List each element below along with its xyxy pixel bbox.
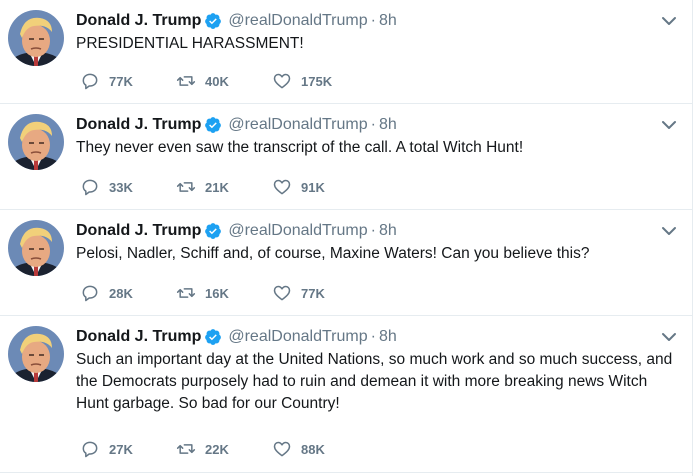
reply-count: 77K xyxy=(109,73,133,89)
verified-badge-icon xyxy=(204,116,222,134)
chevron-down-icon[interactable] xyxy=(660,116,678,134)
avatar[interactable] xyxy=(8,326,64,382)
reply-button[interactable]: 77K xyxy=(80,71,176,91)
like-button[interactable]: 88K xyxy=(272,439,368,459)
like-button[interactable]: 77K xyxy=(272,283,368,303)
retweet-icon xyxy=(176,182,196,192)
author-name[interactable]: Donald J. Trump xyxy=(76,12,201,30)
retweet-count: 21K xyxy=(205,179,229,195)
retweet-button[interactable]: 16K xyxy=(176,283,272,303)
tweet-actions: 77K 40K 175K xyxy=(80,71,368,91)
reply-icon xyxy=(82,285,98,302)
like-count: 175K xyxy=(301,73,333,89)
tweet-feed: Donald J. Trump @realDonaldTrump · 8h PR… xyxy=(0,0,693,476)
like-icon xyxy=(273,285,291,301)
separator: · xyxy=(370,222,376,239)
reply-count: 33K xyxy=(109,179,133,195)
retweet-count: 40K xyxy=(205,73,229,89)
like-button[interactable]: 91K xyxy=(272,177,368,197)
author-name[interactable]: Donald J. Trump xyxy=(76,222,201,240)
author-handle[interactable]: @realDonaldTrump xyxy=(228,12,367,30)
author-handle[interactable]: @realDonaldTrump xyxy=(228,328,367,346)
like-button[interactable]: 175K xyxy=(272,71,368,91)
reply-count: 28K xyxy=(109,285,133,301)
tweet[interactable]: Donald J. Trump @realDonaldTrump · 8h Th… xyxy=(0,104,692,210)
author-name[interactable]: Donald J. Trump xyxy=(76,328,201,346)
retweet-count: 22K xyxy=(205,441,229,457)
chevron-down-icon[interactable] xyxy=(660,222,678,240)
like-count: 91K xyxy=(301,179,325,195)
author-handle[interactable]: @realDonaldTrump xyxy=(228,222,367,240)
avatar[interactable] xyxy=(8,114,64,170)
retweet-button[interactable]: 22K xyxy=(176,439,272,459)
retweet-icon xyxy=(176,288,196,298)
timestamp[interactable]: 8h xyxy=(379,222,397,240)
tweet-actions: 28K 16K 77K xyxy=(80,283,368,303)
tweet[interactable]: Donald J. Trump @realDonaldTrump · 8h PR… xyxy=(0,0,692,104)
tweet-actions: 33K 21K 91K xyxy=(80,177,368,197)
verified-badge-icon xyxy=(204,328,222,346)
tweet-actions: 27K 22K 88K xyxy=(80,439,368,459)
tweet-text: PRESIDENTIAL HARASSMENT! xyxy=(76,35,304,52)
avatar[interactable] xyxy=(8,220,64,276)
like-count: 88K xyxy=(301,441,325,457)
verified-badge-icon xyxy=(204,222,222,240)
reply-button[interactable]: 33K xyxy=(80,177,176,197)
avatar[interactable] xyxy=(8,10,64,66)
retweet-button[interactable]: 21K xyxy=(176,177,272,197)
author-handle[interactable]: @realDonaldTrump xyxy=(228,116,367,134)
verified-badge-icon xyxy=(204,12,222,30)
like-icon xyxy=(273,73,291,89)
tweet-text: Pelosi, Nadler, Schiff and, of course, M… xyxy=(76,245,590,262)
retweet-icon xyxy=(176,444,196,454)
retweet-count: 16K xyxy=(205,285,229,301)
timestamp[interactable]: 8h xyxy=(379,328,397,346)
reply-button[interactable]: 28K xyxy=(80,283,176,303)
timestamp[interactable]: 8h xyxy=(379,12,397,30)
like-icon xyxy=(273,441,291,457)
author-name[interactable]: Donald J. Trump xyxy=(76,116,201,134)
timestamp[interactable]: 8h xyxy=(379,116,397,134)
reply-count: 27K xyxy=(109,441,133,457)
separator: · xyxy=(370,328,376,345)
separator: · xyxy=(370,12,376,29)
reply-button[interactable]: 27K xyxy=(80,439,176,459)
tweet-text: They never even saw the transcript of th… xyxy=(76,139,524,156)
like-count: 77K xyxy=(301,285,325,301)
retweet-icon xyxy=(176,76,196,86)
chevron-down-icon[interactable] xyxy=(660,12,678,30)
like-icon xyxy=(273,179,291,195)
tweet[interactable]: Donald J. Trump @realDonaldTrump · 8h Pe… xyxy=(0,210,692,316)
tweet[interactable]: Donald J. Trump @realDonaldTrump · 8h Su… xyxy=(0,316,692,473)
chevron-down-icon[interactable] xyxy=(660,328,678,346)
tweet-text: Such an important day at the United Nati… xyxy=(76,351,677,412)
reply-icon xyxy=(82,441,98,458)
reply-icon xyxy=(82,179,98,196)
separator: · xyxy=(370,116,376,133)
reply-icon xyxy=(82,73,98,90)
retweet-button[interactable]: 40K xyxy=(176,71,272,91)
